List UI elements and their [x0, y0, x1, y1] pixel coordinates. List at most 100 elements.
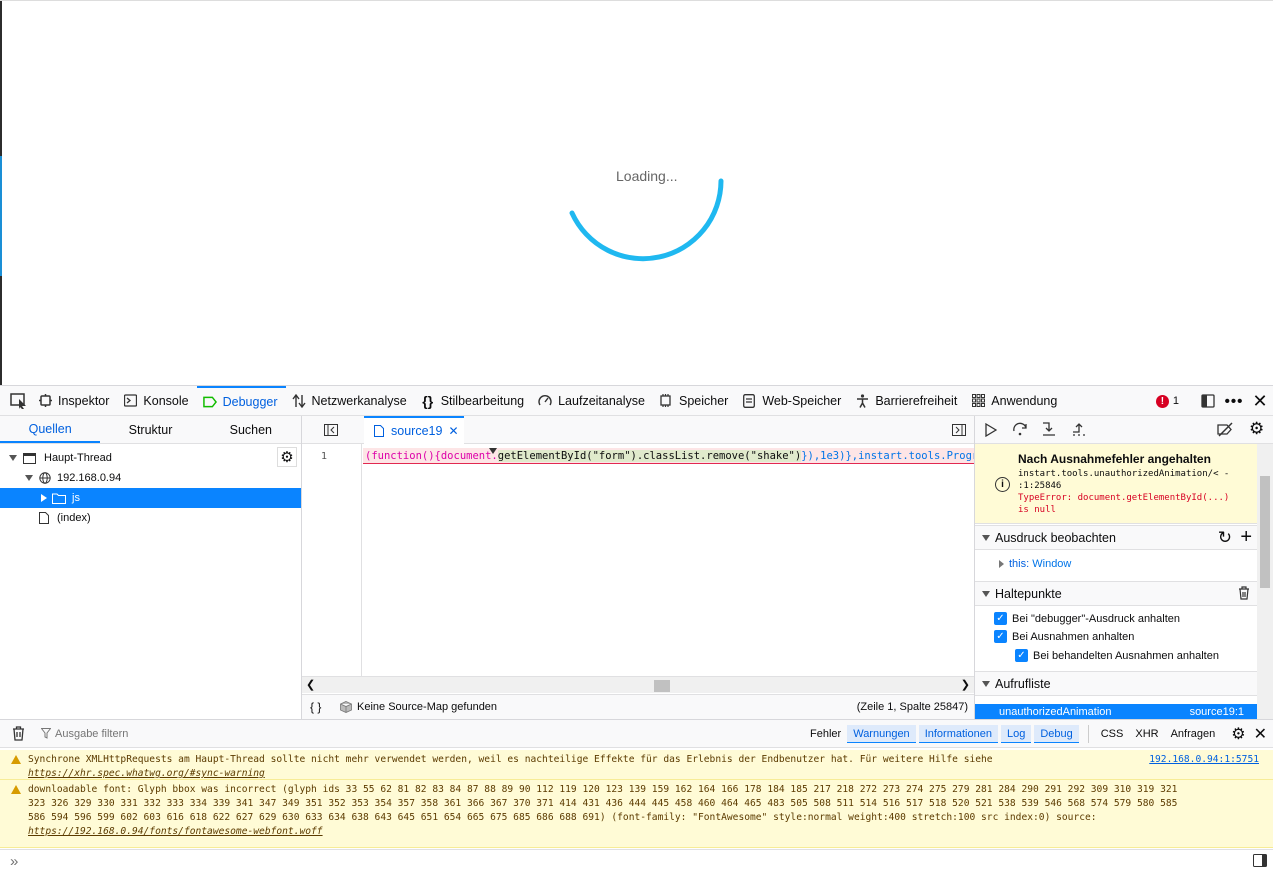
- loading-text: Loading...: [616, 168, 678, 184]
- resume-icon[interactable]: [985, 423, 997, 437]
- filter-log[interactable]: Log: [1000, 725, 1032, 743]
- console-toolbar: Fehler Warnungen Informationen Log Debug…: [0, 720, 1273, 748]
- collapse-arrow-icon: [982, 535, 990, 541]
- deactivate-breakpoints-icon[interactable]: [1217, 422, 1234, 437]
- cursor-position: (Zeile 1, Spalte 25847): [856, 701, 968, 713]
- sidebar-scrollbar[interactable]: [1257, 444, 1273, 719]
- devtools: Inspektor Konsole Debugger Netzwerkanaly…: [0, 385, 1273, 872]
- error-count-badge[interactable]: ! 1: [1155, 394, 1179, 408]
- tab-struktur[interactable]: Struktur: [100, 416, 200, 443]
- folder-icon: [52, 493, 66, 504]
- file-icon: [39, 512, 49, 524]
- filter-xhr[interactable]: XHR: [1129, 725, 1164, 743]
- tree-item-main-thread[interactable]: Haupt-Thread: [0, 448, 301, 468]
- more-options-icon[interactable]: •••: [1221, 393, 1247, 410]
- page-viewport: Loading...: [0, 0, 1273, 386]
- tab-laufzeitanalyse[interactable]: Laufzeitanalyse: [532, 386, 653, 416]
- console-input[interactable]: »: [0, 849, 1273, 872]
- tab-inspektor[interactable]: Inspektor: [32, 386, 117, 416]
- dock-toggle-icon[interactable]: [1195, 394, 1221, 408]
- tree-label: 192.168.0.94: [57, 472, 122, 484]
- close-tab-icon[interactable]: ✕: [448, 424, 458, 438]
- step-out-icon[interactable]: [1071, 422, 1087, 437]
- tab-netzwerkanalyse[interactable]: Netzwerkanalyse: [286, 386, 415, 416]
- filter-errors[interactable]: Fehler: [804, 725, 847, 743]
- tab-stilbearbeitung[interactable]: {} Stilbearbeitung: [415, 386, 532, 416]
- tab-quellen[interactable]: Quellen: [0, 416, 101, 443]
- filter-requests[interactable]: Anfragen: [1165, 725, 1222, 743]
- message-link[interactable]: https://192.168.0.94/fonts/fontawesome-w…: [28, 826, 323, 837]
- filter-css[interactable]: CSS: [1095, 725, 1130, 743]
- filter-warnings[interactable]: Warnungen: [847, 725, 916, 743]
- toggle-sources-icon[interactable]: [324, 424, 338, 436]
- element-picker-button[interactable]: [0, 386, 32, 416]
- watch-value: Window: [1032, 558, 1072, 570]
- scroll-left-icon[interactable]: ❮: [306, 678, 315, 691]
- breakpoints-header[interactable]: Haltepunkte: [975, 581, 1258, 606]
- braces-icon: {}: [422, 392, 434, 409]
- collapsed-arrow-icon: [41, 494, 47, 502]
- storage-icon: [742, 393, 756, 408]
- tree-item-host[interactable]: 192.168.0.94: [0, 468, 301, 488]
- tab-suchen[interactable]: Suchen: [201, 416, 301, 443]
- tab-speicher[interactable]: Speicher: [653, 386, 736, 416]
- close-console-icon[interactable]: ✕: [1254, 724, 1267, 744]
- devtools-toolbar: Inspektor Konsole Debugger Netzwerkanaly…: [0, 385, 1273, 416]
- close-devtools-icon[interactable]: ✕: [1247, 391, 1273, 412]
- pause-on-debugger-checkbox[interactable]: ✓ Bei "debugger"-Ausdruck anhalten: [994, 612, 1180, 625]
- refresh-icon[interactable]: ↻: [1218, 528, 1232, 548]
- tab-debugger[interactable]: Debugger: [196, 385, 286, 416]
- inspector-icon: [38, 394, 52, 408]
- settings-gear-icon[interactable]: ⚙: [1249, 419, 1264, 439]
- pretty-print-button[interactable]: { }: [310, 700, 334, 714]
- tab-label: Barrierefreiheit: [875, 393, 958, 408]
- collapse-arrow-icon: [982, 681, 990, 687]
- step-in-icon[interactable]: [1041, 422, 1057, 437]
- tab-konsole[interactable]: Konsole: [117, 386, 196, 416]
- tab-anwendung[interactable]: Anwendung: [965, 386, 1065, 416]
- pause-on-exceptions-checkbox[interactable]: ✓ Bei Ausnahmen anhalten: [994, 630, 1134, 643]
- application-icon: [971, 394, 985, 408]
- toggle-scopes-icon[interactable]: [952, 424, 966, 436]
- tab-label: Speicher: [678, 393, 729, 408]
- filter-info[interactable]: Informationen: [918, 725, 998, 743]
- tab-web-speicher[interactable]: Web-Speicher: [736, 386, 849, 416]
- loading-spinner-icon: [569, 178, 724, 262]
- sourcemap-status: Keine Source-Map gefunden: [357, 701, 498, 713]
- section-title: Aufrufliste: [995, 676, 1051, 691]
- tree-item-index[interactable]: (index): [0, 508, 301, 528]
- scrollbar-thumb[interactable]: [654, 680, 670, 692]
- sidebar-toggle-icon[interactable]: [1253, 854, 1267, 867]
- editor-panel: source19 ✕ 1 (function(){document.getEle…: [302, 416, 974, 719]
- scrollbar-thumb[interactable]: [1260, 476, 1270, 588]
- tree-label: Haupt-Thread: [44, 452, 112, 464]
- pause-title: Nach Ausnahmefehler angehalten: [1018, 452, 1211, 466]
- call-stack-frame[interactable]: unauthorizedAnimation source19:1: [975, 704, 1258, 719]
- tab-barrierefreiheit[interactable]: Barrierefreiheit: [849, 386, 965, 416]
- filter-debug[interactable]: Debug: [1034, 725, 1079, 743]
- scroll-right-icon[interactable]: ❯: [961, 678, 970, 691]
- watch-item[interactable]: this: Window: [999, 558, 1071, 570]
- watch-expressions-header[interactable]: Ausdruck beobachten ↻ +: [975, 525, 1258, 550]
- tree-label: js: [72, 492, 80, 504]
- pause-on-caught-checkbox[interactable]: ✓ Bei behandelten Ausnahmen anhalten: [1015, 649, 1219, 662]
- editor-tab-source19[interactable]: source19 ✕: [364, 416, 464, 444]
- console-settings-icon[interactable]: ⚙: [1231, 724, 1245, 744]
- sources-panel: Quellen Struktur Suchen ⚙ Haupt-Thread 1…: [0, 416, 302, 719]
- line-gutter: 1: [302, 444, 362, 676]
- step-over-icon[interactable]: [1012, 422, 1028, 436]
- delete-breakpoints-icon[interactable]: [1238, 586, 1250, 600]
- pause-marker-icon: [489, 448, 497, 454]
- call-stack-header[interactable]: Aufrufliste: [975, 671, 1258, 696]
- message-source-link[interactable]: 192.168.0.94:1:5751: [1149, 753, 1259, 767]
- tab-label: Laufzeitanalyse: [558, 393, 645, 408]
- clear-console-icon[interactable]: [12, 726, 25, 741]
- code-line[interactable]: (function(){document.getElementById("for…: [363, 448, 974, 464]
- console-filter-input[interactable]: [55, 727, 655, 740]
- watch-key: this: [1009, 558, 1027, 570]
- horizontal-scrollbar[interactable]: ❮ ❯: [302, 676, 974, 693]
- pause-location-2: :1:25846: [1018, 481, 1062, 491]
- add-watch-icon[interactable]: +: [1240, 526, 1252, 549]
- message-link[interactable]: https://xhr.spec.whatwg.org/#sync-warnin…: [28, 768, 265, 779]
- tree-item-js-folder[interactable]: js: [0, 488, 301, 508]
